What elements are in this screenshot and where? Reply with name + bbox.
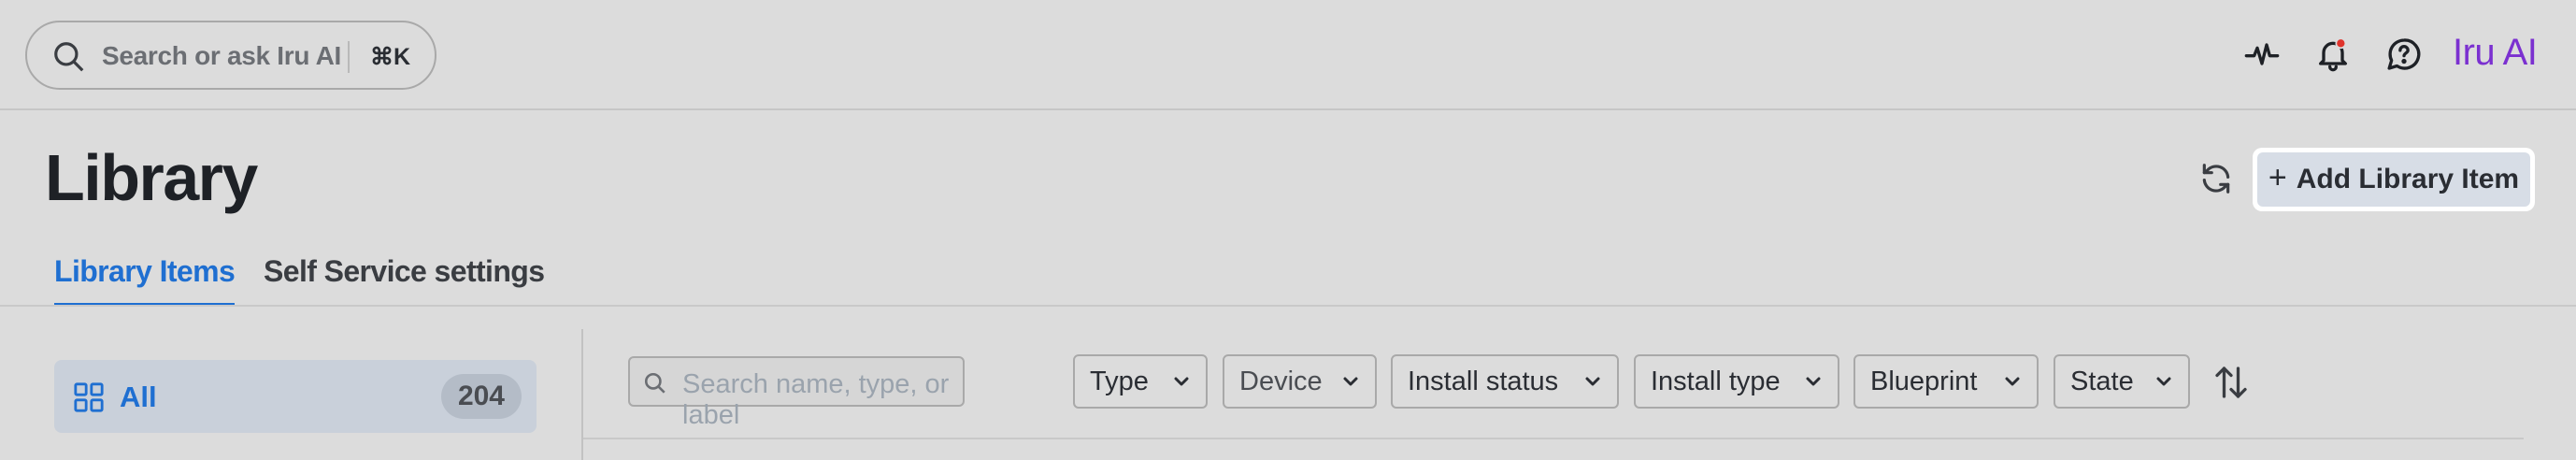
chevron-down-icon bbox=[1343, 377, 1358, 386]
plus-icon: + bbox=[2268, 160, 2287, 195]
chevron-down-icon bbox=[2005, 377, 2020, 386]
chevron-down-icon bbox=[1174, 377, 1189, 386]
add-library-item-button[interactable]: + Add Library Item bbox=[2253, 148, 2535, 211]
dropdown-label: Install status bbox=[1408, 366, 1559, 396]
add-library-item-label: Add Library Item bbox=[2296, 164, 2520, 194]
global-search-input[interactable]: Search or ask Iru AI ⌘K bbox=[25, 21, 436, 90]
dropdown-label: Device bbox=[1239, 366, 1323, 396]
bell-icon[interactable] bbox=[2314, 34, 2352, 75]
dropdown-label: Type bbox=[1090, 366, 1149, 396]
dropdown-label: State bbox=[2070, 366, 2134, 396]
device-filter-dropdown[interactable]: Device bbox=[1223, 354, 1377, 409]
chevron-down-icon bbox=[1585, 377, 1600, 386]
chevron-down-icon bbox=[2156, 377, 2171, 386]
page-title: Library bbox=[45, 141, 258, 214]
dropdown-label: Blueprint bbox=[1870, 366, 1978, 396]
library-search-placeholder: Search name, type, or label bbox=[682, 369, 950, 430]
sidebar-item-label: All bbox=[120, 381, 157, 413]
top-bar: Search or ask Iru AI ⌘K Iru AI bbox=[0, 0, 2576, 110]
grid-icon bbox=[74, 382, 104, 412]
type-filter-dropdown[interactable]: Type bbox=[1073, 354, 1208, 409]
tabs-divider bbox=[0, 305, 2576, 307]
search-shortcut-hint: ⌘K bbox=[370, 44, 411, 70]
tab-library-items[interactable]: Library Items bbox=[54, 254, 236, 306]
activity-icon[interactable] bbox=[2243, 34, 2281, 75]
search-icon bbox=[54, 42, 84, 72]
state-filter-dropdown[interactable]: State bbox=[2054, 354, 2190, 409]
chat-help-icon[interactable] bbox=[2385, 34, 2423, 75]
sidebar-divider bbox=[581, 329, 583, 460]
global-search-placeholder: Search or ask Iru AI bbox=[102, 41, 341, 70]
search-icon bbox=[644, 372, 665, 394]
blueprint-filter-dropdown[interactable]: Blueprint bbox=[1853, 354, 2039, 409]
sort-icon[interactable] bbox=[2214, 363, 2248, 402]
iru-ai-button[interactable]: Iru AI bbox=[2453, 32, 2538, 74]
install-type-filter-dropdown[interactable]: Install type bbox=[1634, 354, 1839, 409]
tab-self-service-settings[interactable]: Self Service settings bbox=[264, 254, 545, 289]
install-status-filter-dropdown[interactable]: Install status bbox=[1391, 354, 1619, 409]
toolbar-divider bbox=[583, 438, 2524, 439]
search-divider bbox=[348, 41, 350, 73]
dropdown-label: Install type bbox=[1651, 366, 1781, 396]
chevron-down-icon bbox=[1806, 377, 1821, 386]
library-search-input[interactable]: Search name, type, or label bbox=[628, 356, 965, 430]
count-badge: 204 bbox=[440, 374, 522, 419]
refresh-icon[interactable] bbox=[2198, 161, 2234, 196]
sidebar-item-all[interactable]: All 204 bbox=[54, 360, 537, 433]
